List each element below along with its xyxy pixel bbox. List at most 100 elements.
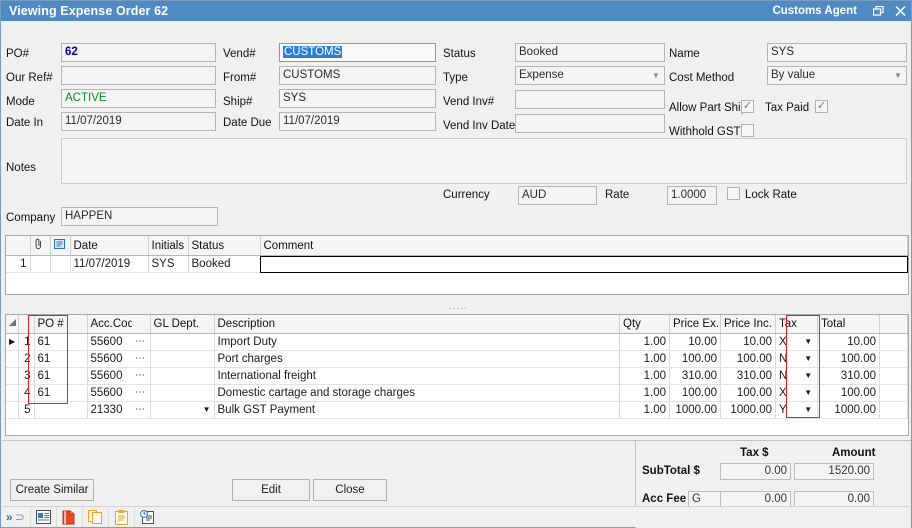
cost-method-combo[interactable]: By value ▼: [767, 66, 907, 85]
line-price-inc[interactable]: 100.00: [720, 384, 776, 402]
line-tax-code[interactable]: N: [775, 350, 800, 368]
expand-chevrons-icon[interactable]: »: [2, 510, 15, 524]
allow-part-ship-checkbox[interactable]: ✓: [741, 100, 754, 113]
lines-col-price-ex[interactable]: Price Ex.: [669, 315, 721, 334]
line-qty[interactable]: 1.00: [619, 367, 670, 385]
status-field[interactable]: Booked: [515, 43, 665, 62]
lines-col-description[interactable]: Description: [214, 315, 620, 334]
history-grid[interactable]: Date Initials Status Comment 1 11/07/201…: [5, 235, 909, 295]
clipboard-icon[interactable]: [107, 507, 134, 527]
lines-col-tax[interactable]: Tax: [775, 315, 800, 334]
our-ref-field[interactable]: [61, 66, 216, 85]
details-card-icon[interactable]: [29, 507, 56, 527]
line-tax-code[interactable]: X: [775, 333, 800, 351]
date-due-field[interactable]: 11/07/2019: [279, 112, 436, 131]
close-icon[interactable]: [889, 1, 911, 21]
line-description[interactable]: Port charges: [214, 350, 620, 368]
history-row-note[interactable]: [50, 255, 71, 273]
lock-rate-checkbox[interactable]: [727, 187, 740, 200]
line-acc-code[interactable]: 55600: [87, 367, 132, 385]
line-acc-code[interactable]: 55600: [87, 350, 132, 368]
pin-icon[interactable]: ⊃: [15, 510, 30, 524]
lines-col-gl-dept[interactable]: GL Dept.: [150, 315, 215, 334]
lines-col-qty[interactable]: Qty: [619, 315, 670, 334]
note-icon[interactable]: [50, 236, 71, 256]
tax-chevron-down-icon[interactable]: ▼: [799, 401, 818, 419]
po-number-field[interactable]: 62: [61, 43, 216, 62]
acc-code-ellipsis-icon[interactable]: ⋯: [132, 367, 151, 385]
create-similar-button[interactable]: Create Similar: [10, 479, 94, 501]
line-tax-code[interactable]: Y: [775, 401, 800, 419]
history-col-comment[interactable]: Comment: [260, 236, 908, 256]
history-col-date[interactable]: Date: [70, 236, 149, 256]
line-description[interactable]: Bulk GST Payment: [214, 401, 620, 419]
history-row-date[interactable]: 11/07/2019: [70, 255, 149, 273]
acc-code-ellipsis-icon[interactable]: ⋯: [132, 384, 151, 402]
line-gl-dept[interactable]: [150, 350, 215, 368]
line-gl-dept[interactable]: [150, 367, 215, 385]
acc-code-ellipsis-icon[interactable]: ⋯: [132, 401, 151, 419]
line-price-inc[interactable]: 100.00: [720, 350, 776, 368]
line-price-ex[interactable]: 100.00: [669, 384, 721, 402]
line-tax-code[interactable]: X: [775, 384, 800, 402]
ship-number-field[interactable]: SYS: [279, 89, 436, 108]
line-qty[interactable]: 1.00: [619, 350, 670, 368]
lines-col-acc-code[interactable]: Acc.Code: [87, 315, 132, 334]
close-button[interactable]: Close: [313, 479, 387, 501]
mode-field[interactable]: ACTIVE: [61, 89, 216, 108]
vend-inv-number-field[interactable]: [515, 90, 665, 109]
clipboard-clock-icon[interactable]: [133, 507, 160, 527]
tax-chevron-down-icon[interactable]: ▼: [799, 350, 818, 368]
line-price-ex[interactable]: 1000.00: [669, 401, 721, 419]
line-po-number[interactable]: 61: [34, 384, 88, 402]
company-field[interactable]: HAPPEN: [61, 207, 218, 226]
line-price-inc[interactable]: 10.00: [720, 333, 776, 351]
table-row[interactable]: 5 21330 ⋯ ▼ Bulk GST Payment 1.00 1000.0…: [6, 401, 908, 419]
acc-code-ellipsis-icon[interactable]: ⋯: [132, 350, 151, 368]
line-qty[interactable]: 1.00: [619, 384, 670, 402]
notes-field[interactable]: [61, 138, 907, 184]
line-gl-dept[interactable]: [150, 384, 215, 402]
table-row[interactable]: 4 61 55600 ⋯ Domestic cartage and storag…: [6, 384, 908, 402]
edit-button[interactable]: Edit: [232, 479, 310, 501]
lines-col-price-inc[interactable]: Price Inc.: [720, 315, 776, 334]
line-description[interactable]: International freight: [214, 367, 620, 385]
copy-pages-icon[interactable]: [81, 507, 108, 527]
line-po-number[interactable]: [34, 401, 88, 419]
tax-chevron-down-icon[interactable]: ▼: [799, 384, 818, 402]
from-number-field[interactable]: CUSTOMS: [279, 66, 436, 85]
line-po-number[interactable]: 61: [34, 333, 88, 351]
history-col-initials[interactable]: Initials: [148, 236, 189, 256]
tax-chevron-down-icon[interactable]: ▼: [799, 333, 818, 351]
line-tax-code[interactable]: N: [775, 367, 800, 385]
line-price-ex[interactable]: 10.00: [669, 333, 721, 351]
history-row-status[interactable]: Booked: [188, 255, 261, 273]
line-price-ex[interactable]: 100.00: [669, 350, 721, 368]
table-row[interactable]: ▶ 1 61 55600 ⋯ Import Duty 1.00 10.00 10…: [6, 333, 908, 351]
line-acc-code[interactable]: 55600: [87, 384, 132, 402]
history-row-initials[interactable]: SYS: [148, 255, 189, 273]
line-po-number[interactable]: 61: [34, 350, 88, 368]
line-acc-code[interactable]: 55600: [87, 333, 132, 351]
history-row-attachment[interactable]: [30, 255, 51, 273]
line-items-grid[interactable]: PO # Acc.Code GL Dept. Description Qty P…: [5, 314, 909, 436]
history-row-comment[interactable]: [260, 255, 908, 273]
grid-splitter-handle[interactable]: .....: [449, 301, 468, 312]
line-gl-dept[interactable]: [150, 333, 215, 351]
table-row[interactable]: 3 61 55600 ⋯ International freight 1.00 …: [6, 367, 908, 385]
acc-code-ellipsis-icon[interactable]: ⋯: [132, 333, 151, 351]
tax-chevron-down-icon[interactable]: ▼: [799, 367, 818, 385]
table-row[interactable]: 2 61 55600 ⋯ Port charges 1.00 100.00 10…: [6, 350, 908, 368]
lines-col-selectall[interactable]: [6, 315, 19, 334]
table-row[interactable]: 1 11/07/2019 SYS Booked: [6, 255, 908, 273]
line-description[interactable]: Import Duty: [214, 333, 620, 351]
name-field[interactable]: SYS: [767, 43, 907, 62]
line-price-inc[interactable]: 1000.00: [720, 401, 776, 419]
line-description[interactable]: Domestic cartage and storage charges: [214, 384, 620, 402]
history-col-rownum[interactable]: [6, 236, 31, 256]
vend-inv-date-field[interactable]: [515, 114, 665, 133]
line-qty[interactable]: 1.00: [619, 333, 670, 351]
line-price-inc[interactable]: 310.00: [720, 367, 776, 385]
restore-window-icon[interactable]: [867, 1, 889, 21]
rate-field[interactable]: 1.0000: [667, 186, 717, 205]
